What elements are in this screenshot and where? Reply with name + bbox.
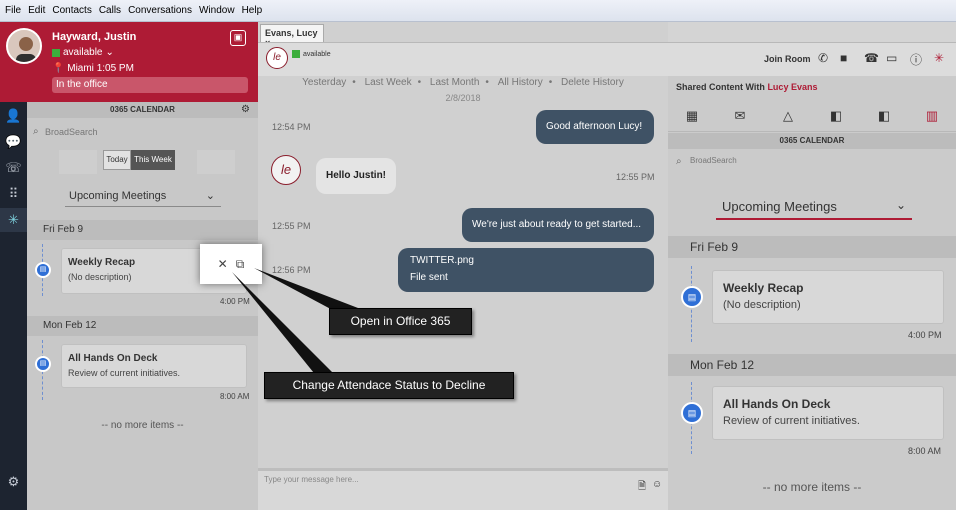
callout-arrow-decline xyxy=(232,272,334,378)
callout-decline: Change Attendace Status to Decline xyxy=(264,372,514,399)
callout-lines xyxy=(232,268,358,378)
callout-open-office365: Open in Office 365 xyxy=(329,308,472,335)
